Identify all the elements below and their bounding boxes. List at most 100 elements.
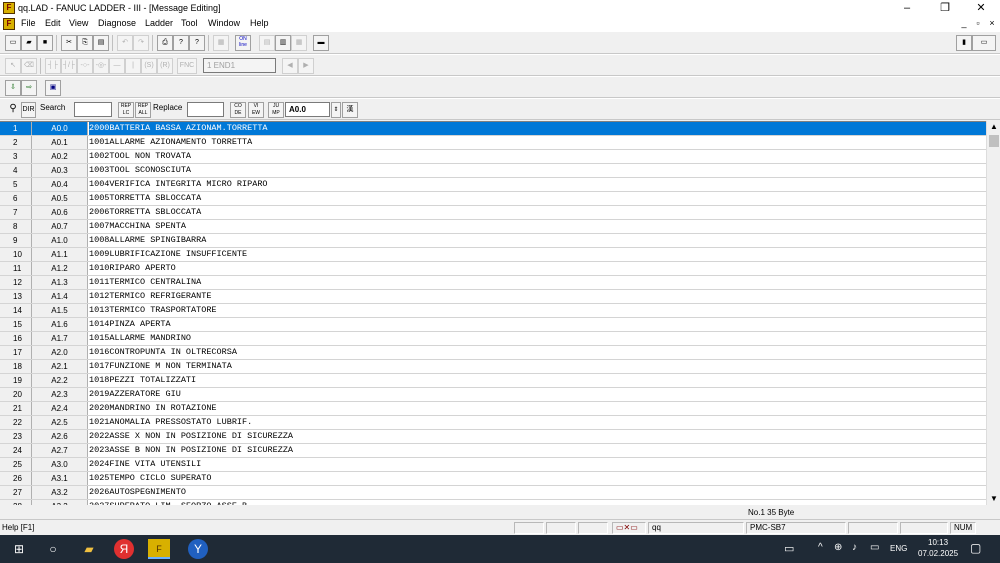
redo-icon[interactable]: ↷ — [133, 35, 149, 51]
row-address[interactable]: A1.2 — [32, 262, 88, 275]
contact-nc-icon[interactable]: ┤/├ — [61, 58, 77, 74]
row-number[interactable]: 14 — [0, 304, 32, 317]
table-row[interactable]: 8 A0.7 1007MACCHINA SPENTA — [0, 220, 986, 234]
network-icon[interactable]: ⊕ — [834, 542, 842, 553]
yandex-icon[interactable]: Y — [188, 539, 208, 559]
export-icon[interactable]: ⇨ — [21, 80, 37, 96]
battery-icon[interactable]: ▭ — [870, 542, 879, 553]
row-address[interactable]: A0.5 — [32, 192, 88, 205]
start-icon[interactable]: ⊞ — [8, 539, 30, 559]
row-message[interactable]: 2022ASSE X NON IN POSIZIONE DI SICUREZZA — [89, 430, 986, 443]
row-message[interactable]: 1017FUNZIONE M NON TERMINATA — [89, 360, 986, 373]
print-icon[interactable]: ⎙ — [157, 35, 173, 51]
row-message[interactable]: 2023ASSE B NON IN POSIZIONE DI SICUREZZA — [89, 444, 986, 457]
cut-icon[interactable]: ✂ — [61, 35, 77, 51]
row-address[interactable]: A1.3 — [32, 276, 88, 289]
open-folder-icon[interactable]: ▰ — [21, 35, 37, 51]
copy-icon[interactable]: ⎘ — [77, 35, 93, 51]
row-number[interactable]: 10 — [0, 248, 32, 261]
row-address[interactable]: A1.5 — [32, 304, 88, 317]
row-address[interactable]: A0.3 — [32, 164, 88, 177]
jump-address-input[interactable]: A0.0 — [285, 102, 330, 117]
table-view-icon[interactable]: ▣ — [45, 80, 61, 96]
menu-ladder[interactable]: Ladder — [145, 18, 173, 28]
row-message[interactable]: 1007MACCHINA SPENTA — [89, 220, 986, 233]
menu-tool[interactable]: Tool — [181, 18, 198, 28]
row-message[interactable]: 1005TORRETTA SBLOCCATA — [89, 192, 986, 205]
eraser-icon[interactable]: ⌫ — [21, 58, 37, 74]
row-number[interactable]: 11 — [0, 262, 32, 275]
table-row[interactable]: 7 A0.6 2006TORRETTA SBLOCCATA — [0, 206, 986, 220]
vertical-scrollbar[interactable]: ▲ ▼ — [986, 121, 1000, 505]
maximize-button[interactable]: ❐ — [926, 0, 964, 17]
row-address[interactable]: A0.6 — [32, 206, 88, 219]
view-button[interactable]: VI EW — [248, 102, 264, 118]
table-row[interactable]: 23 A2.6 2022ASSE X NON IN POSIZIONE DI SIC… — [0, 430, 986, 444]
notifications-icon[interactable]: ▢ — [970, 541, 981, 555]
mdi-restore-button[interactable]: ▫ — [972, 18, 984, 28]
fanuc-app-icon[interactable]: F — [3, 2, 15, 14]
help-icon[interactable]: ? — [173, 35, 189, 51]
file-explorer-icon[interactable]: ▰ — [78, 539, 100, 559]
row-number[interactable]: 13 — [0, 290, 32, 303]
table-row[interactable]: 9 A1.0 1008ALLARME SPINGIBARRA — [0, 234, 986, 248]
row-address[interactable]: A0.0 — [32, 122, 88, 135]
table-row[interactable]: 27 A3.2 2026AUTOSPEGNIMENTO — [0, 486, 986, 500]
row-address[interactable]: A2.3 — [32, 388, 88, 401]
language-indicator[interactable]: ENG — [890, 544, 907, 553]
row-message[interactable]: 1015ALLARME MANDRINO — [89, 332, 986, 345]
table-row[interactable]: 26 A3.1 1025TEMPO CICLO SUPERATO — [0, 472, 986, 486]
volume-icon[interactable]: ♪ — [852, 542, 857, 553]
row-number[interactable]: 21 — [0, 402, 32, 415]
row-message[interactable]: 1016CONTROPUNTA IN OLTRECORSA — [89, 346, 986, 359]
row-number[interactable]: 15 — [0, 318, 32, 331]
menu-file[interactable]: File — [21, 18, 36, 28]
scroll-thumb[interactable] — [989, 135, 999, 147]
row-address[interactable]: A2.4 — [32, 402, 88, 415]
coil-not-icon[interactable]: -◎- — [93, 58, 109, 74]
menu-view[interactable]: View — [69, 18, 88, 28]
table-row[interactable]: 20 A2.3 2019AZZERATORE GIU — [0, 388, 986, 402]
menu-diagnose[interactable]: Diagnose — [98, 18, 136, 28]
row-number[interactable]: 24 — [0, 444, 32, 457]
row-message[interactable]: 1021ANOMALIA PRESSOSTATO LUBRIF. — [89, 416, 986, 429]
close-button[interactable]: ✕ — [962, 0, 1000, 17]
table-row[interactable]: 5 A0.4 1004VERIFICA INTEGRITA MICRO RIPARO — [0, 178, 986, 192]
replace-all-button[interactable]: REP ALL — [135, 102, 151, 118]
row-address[interactable]: A2.5 — [32, 416, 88, 429]
row-message[interactable]: 1004VERIFICA INTEGRITA MICRO RIPARO — [89, 178, 986, 191]
document-icon[interactable]: F — [3, 18, 15, 30]
row-number[interactable]: 9 — [0, 234, 32, 247]
set-coil-icon[interactable]: (S) — [141, 58, 157, 74]
coil-icon[interactable]: -○- — [77, 58, 93, 74]
row-address[interactable]: A3.0 — [32, 458, 88, 471]
row-message[interactable]: 2019AZZERATORE GIU — [89, 388, 986, 401]
row-message[interactable]: 2000BATTERIA BASSA AZIONAM.TORRETTA — [89, 122, 986, 135]
row-address[interactable]: A1.1 — [32, 248, 88, 261]
row-message[interactable]: 1009LUBRIFICAZIONE INSUFFICENTE — [89, 248, 986, 261]
row-address[interactable]: A3.1 — [32, 472, 88, 485]
row-number[interactable]: 16 — [0, 332, 32, 345]
dir-button[interactable]: DIR — [21, 102, 36, 118]
row-message[interactable]: 2020MANDRINO IN ROTAZIONE — [89, 402, 986, 415]
row-message[interactable]: 2026AUTOSPEGNIMENTO — [89, 486, 986, 499]
row-address[interactable]: A0.7 — [32, 220, 88, 233]
row-number[interactable]: 23 — [0, 430, 32, 443]
panel-layout-icon[interactable]: ▭ — [972, 35, 996, 51]
row-message[interactable]: 1001ALLARME AZIONAMENTO TORRETTA — [89, 136, 986, 149]
row-address[interactable]: A0.4 — [32, 178, 88, 191]
table-row[interactable]: 18 A2.1 1017FUNZIONE M NON TERMINATA — [0, 360, 986, 374]
row-message[interactable]: 1011TERMICO CENTRALINA — [89, 276, 986, 289]
table-row[interactable]: 15 A1.6 1014PINZA APERTA — [0, 318, 986, 332]
row-message[interactable]: 1003TOOL SCONOSCIUTA — [89, 164, 986, 177]
table-row[interactable]: 4 A0.3 1003TOOL SCONOSCIUTA — [0, 164, 986, 178]
row-number[interactable]: 27 — [0, 486, 32, 499]
row-address[interactable]: A1.0 — [32, 234, 88, 247]
contact-no-icon[interactable]: ┤├ — [45, 58, 61, 74]
row-message[interactable]: 1014PINZA APERTA — [89, 318, 986, 331]
save-icon[interactable]: ■ — [37, 35, 53, 51]
row-address[interactable]: A1.4 — [32, 290, 88, 303]
row-message[interactable]: 1012TERMICO REFRIGERANTE — [89, 290, 986, 303]
row-number[interactable]: 12 — [0, 276, 32, 289]
table-row[interactable]: 14 A1.5 1013TERMICO TRASPORTATORE — [0, 304, 986, 318]
